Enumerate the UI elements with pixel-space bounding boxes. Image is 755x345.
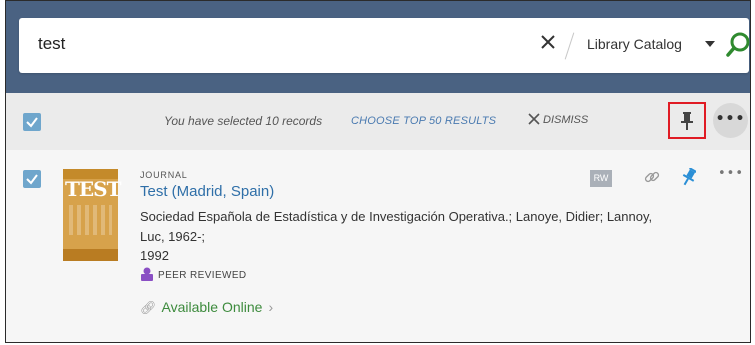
dismiss-button[interactable]: DISMISS <box>528 113 588 126</box>
result-title-link[interactable]: Test (Madrid, Spain) <box>140 183 274 200</box>
peer-reviewed-icon <box>141 267 153 281</box>
close-icon <box>528 113 540 125</box>
link-icon: 🔗︎ <box>140 300 157 315</box>
cover-title: TEST <box>65 177 121 201</box>
more-actions-button[interactable]: ••• <box>713 103 748 138</box>
chevron-down-icon[interactable] <box>705 41 715 47</box>
divider <box>564 32 575 60</box>
choose-top-results-link[interactable]: CHOOSE TOP 50 RESULTS <box>351 115 496 127</box>
search-icon[interactable] <box>725 31 750 59</box>
pin-item-icon[interactable] <box>682 167 697 190</box>
result-item: TEST JOURNAL Test (Madrid, Spain) Socied… <box>6 150 750 342</box>
availability-link[interactable]: 🔗︎ Available Online › <box>140 299 273 316</box>
peer-reviewed-label: PEER REVIEWED <box>158 270 247 281</box>
search-input[interactable]: test <box>38 34 65 54</box>
peer-reviewed-badge: PEER REVIEWED <box>140 267 247 281</box>
dismiss-label: DISMISS <box>543 114 589 126</box>
clear-search-icon[interactable] <box>536 30 560 54</box>
pin-icon <box>681 112 693 130</box>
selection-message: You have selected 10 records <box>164 114 323 128</box>
more-icon: ••• <box>715 111 746 127</box>
pin-selected-button[interactable] <box>668 102 706 139</box>
read-write-badge[interactable]: RW <box>590 170 612 187</box>
app-frame: test Library Catalog You have selected 1… <box>5 0 751 343</box>
permalink-icon[interactable] <box>643 168 661 190</box>
item-more-icon[interactable]: ••• <box>718 166 744 181</box>
selection-bar: You have selected 10 records CHOOSE TOP … <box>6 93 750 150</box>
search-scope-select[interactable]: Library Catalog <box>587 36 682 52</box>
chevron-right-icon: › <box>268 299 274 315</box>
result-checkbox[interactable] <box>23 170 41 188</box>
cover-thumbnail[interactable]: TEST <box>63 169 121 261</box>
search-header: test Library Catalog <box>6 1 750 93</box>
search-bar[interactable]: test Library Catalog <box>19 18 750 73</box>
resource-type: JOURNAL <box>140 170 188 180</box>
result-year: 1992 <box>140 248 169 263</box>
result-authors: Sociedad Española de Estadística y de In… <box>140 209 653 244</box>
availability-label: Available Online <box>161 299 263 315</box>
select-all-checkbox[interactable] <box>23 113 41 131</box>
